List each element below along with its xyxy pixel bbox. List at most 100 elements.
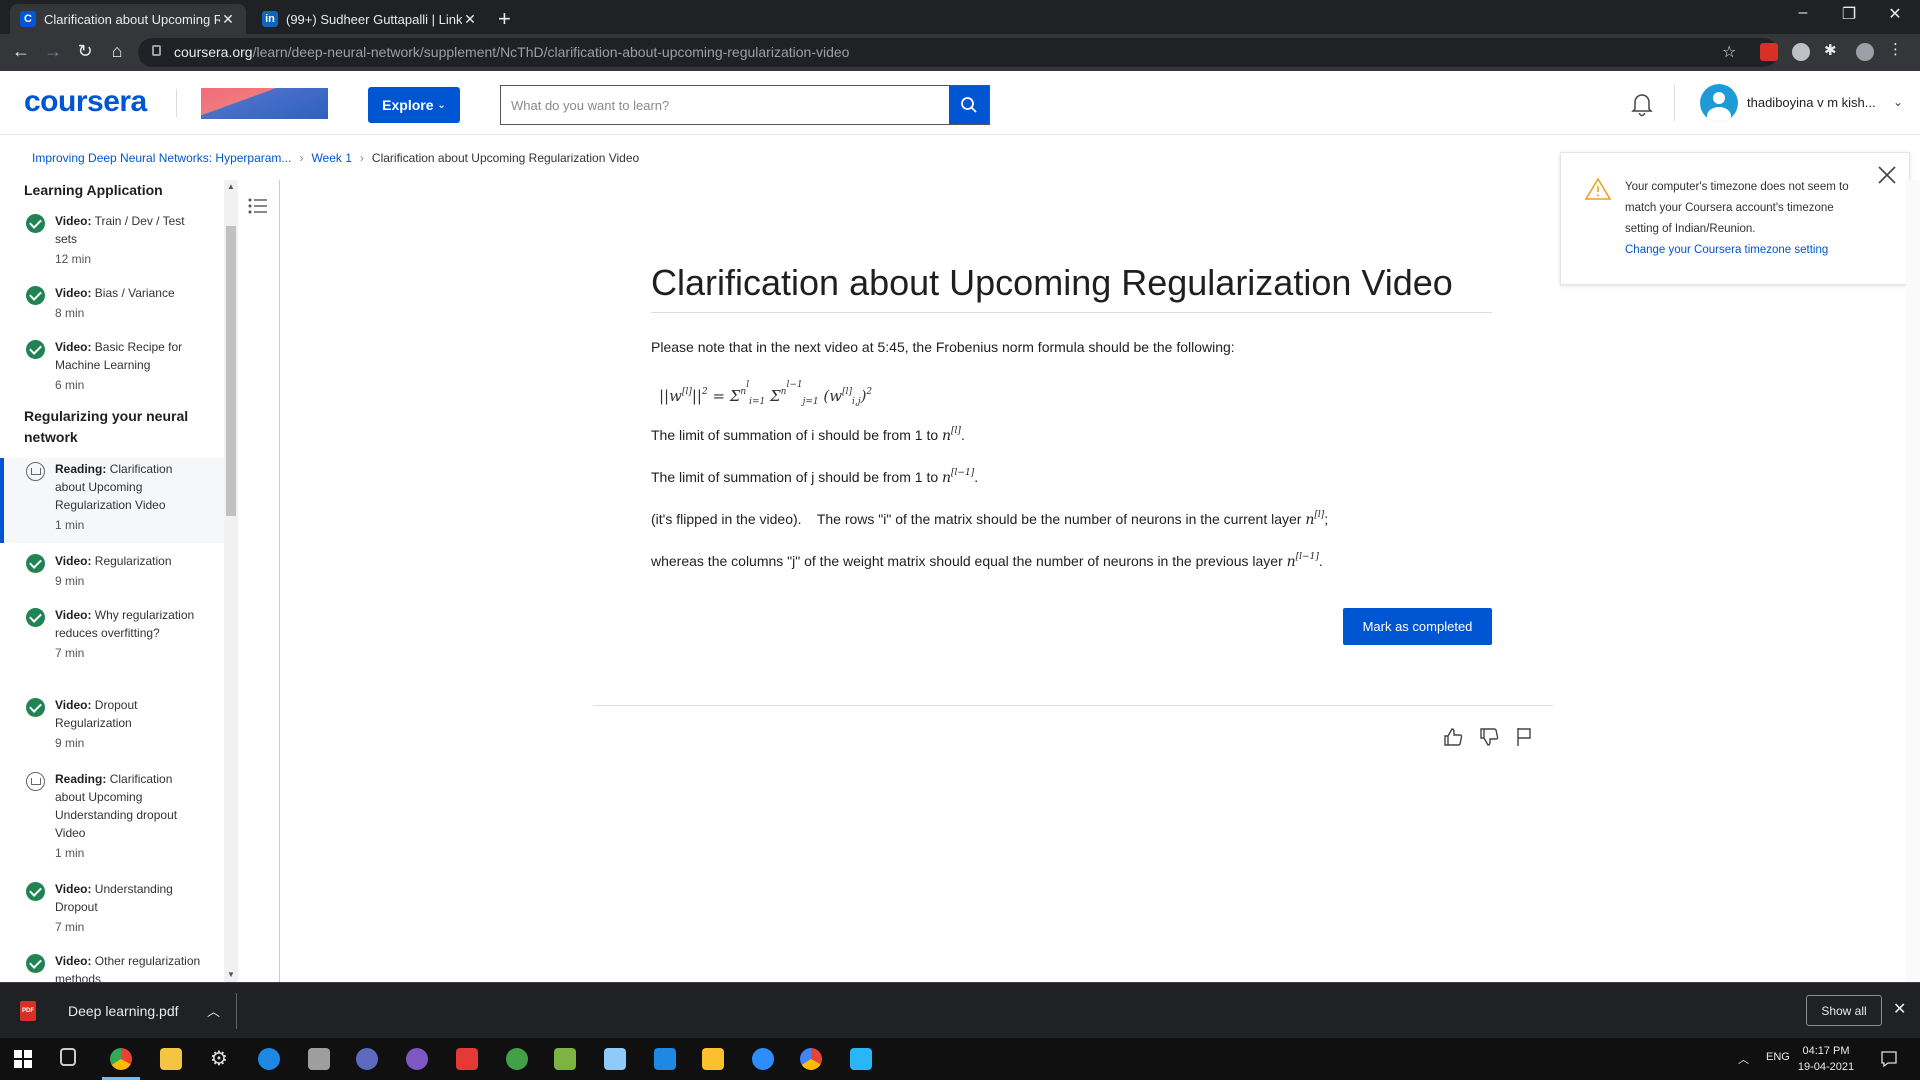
back-icon[interactable]: ← (8, 41, 34, 62)
window-close-icon[interactable]: ✕ (1872, 4, 1918, 24)
hangouts-icon[interactable] (506, 1048, 528, 1070)
reload-icon[interactable]: ↻ (72, 41, 98, 62)
paragraph-rows: (it's flipped in the video). The rows "i… (651, 510, 1329, 528)
powerbi-icon[interactable] (702, 1048, 724, 1070)
tray-chevron-up-icon[interactable]: ︿ (1738, 1051, 1749, 1067)
section-title: Regularizing your neural network (24, 408, 189, 445)
close-download-bar-icon[interactable]: ✕ (1893, 999, 1906, 1019)
app-icon[interactable] (406, 1048, 428, 1070)
breadcrumb-course-link[interactable]: Improving Deep Neural Networks: Hyperpar… (32, 151, 291, 165)
tab-coursera[interactable]: C Clarification about Upcoming Re ✕ (10, 4, 246, 34)
app-icon[interactable] (308, 1048, 330, 1070)
settings-gear-icon[interactable]: ⚙ (210, 1046, 232, 1070)
sidebar-item-other-regularization[interactable]: Video: Other regularization methods (0, 952, 224, 982)
scroll-up-icon[interactable]: ▲ (227, 182, 235, 191)
paragraph-limit-j: The limit of summation of j should be fr… (651, 468, 979, 486)
edge-icon[interactable] (258, 1048, 280, 1070)
paragraph-columns: whereas the columns "j" of the weight ma… (651, 552, 1323, 570)
page-scrollbar[interactable] (1906, 180, 1920, 982)
sidebar-item-understanding-dropout[interactable]: Video: Understanding Dropout 7 min (0, 880, 224, 944)
notification-center-icon[interactable] (1880, 1050, 1898, 1068)
puzzle-extensions-icon[interactable]: ✱ (1824, 41, 1842, 59)
math-n-l: n[l] (942, 426, 961, 444)
app-icon[interactable] (456, 1048, 478, 1070)
partner-banner-image[interactable] (201, 88, 328, 119)
extension-icon[interactable] (1792, 43, 1810, 61)
tab-linkedin[interactable]: in (99+) Sudheer Guttapalli | Linked ✕ (252, 4, 488, 34)
course-outline-sidebar: Learning Application Video: Train / Dev … (0, 180, 240, 982)
flag-icon[interactable] (1514, 726, 1534, 748)
tab-title: (99+) Sudheer Guttapalli | Linked (286, 11, 462, 27)
photos-icon[interactable] (850, 1048, 872, 1070)
sidebar-scrollbar[interactable]: ▲ ▼ (224, 180, 238, 982)
url-text: coursera.org/learn/deep-neural-network/s… (174, 44, 850, 60)
profile-avatar-icon[interactable] (1856, 43, 1874, 61)
new-tab-icon[interactable]: + (498, 6, 511, 32)
mark-as-completed-button[interactable]: Mark as completed (1343, 608, 1492, 645)
close-icon[interactable] (1877, 165, 1897, 185)
user-avatar[interactable] (1700, 84, 1738, 122)
header-divider (1674, 85, 1675, 121)
sidebar-item-why-regularization[interactable]: Video: Why regularization reduces overfi… (0, 606, 224, 670)
pocket-extension-icon[interactable] (1760, 43, 1778, 61)
show-all-button[interactable]: Show all (1806, 995, 1882, 1026)
section-title: Learning Application (24, 182, 163, 198)
outline-list-icon[interactable] (247, 196, 269, 216)
math-n-l-minus-1: n[l−1] (1286, 552, 1319, 570)
home-icon[interactable]: ⌂ (104, 41, 130, 62)
app-icon[interactable] (554, 1048, 576, 1070)
reading-book-icon (26, 772, 45, 791)
system-clock[interactable]: 04:17 PM 19-04-2021 (1794, 1043, 1858, 1075)
app-icon[interactable] (654, 1048, 676, 1070)
task-view-icon[interactable] (60, 1048, 76, 1066)
chevron-down-icon[interactable]: ⌄ (1893, 95, 1903, 109)
bookmark-star-icon[interactable]: ☆ (1722, 42, 1736, 62)
close-tab-icon[interactable]: ✕ (220, 11, 236, 28)
language-indicator[interactable]: ENG (1766, 1051, 1790, 1063)
explore-button[interactable]: Explore ⌄ (368, 87, 460, 123)
username-label[interactable]: thadiboyina v m kish... (1747, 95, 1876, 110)
page-title: Clarification about Upcoming Regularizat… (651, 262, 1453, 303)
chevron-right-icon: › (359, 151, 364, 165)
sidebar-item-clarification-dropout[interactable]: Reading: Clarification about Upcoming Un… (0, 770, 224, 860)
breadcrumb-week-link[interactable]: Week 1 (311, 151, 351, 165)
breadcrumb-current: Clarification about Upcoming Regularizat… (371, 151, 640, 165)
chrome-alt-icon[interactable] (800, 1048, 822, 1070)
thumbs-up-icon[interactable] (1442, 726, 1464, 748)
completed-check-icon (26, 954, 45, 973)
app-icon[interactable] (604, 1048, 626, 1070)
scroll-down-icon[interactable]: ▼ (227, 970, 235, 979)
browser-menu-icon[interactable]: ⋮ (1888, 40, 1906, 58)
sidebar-item-bias-variance[interactable]: Video: Bias / Variance 8 min (0, 284, 224, 330)
r-icon[interactable] (356, 1048, 378, 1070)
thumbs-down-icon[interactable] (1478, 726, 1500, 748)
browser-tab-strip: C Clarification about Upcoming Re ✕ in (… (0, 0, 1920, 34)
sidebar-item-clarification-regularization[interactable]: Reading: Clarification about Upcoming Re… (0, 458, 224, 543)
close-tab-icon[interactable]: ✕ (462, 11, 478, 28)
address-bar[interactable]: coursera.org/learn/deep-neural-network/s… (138, 38, 1778, 67)
change-timezone-link[interactable]: Change your Coursera timezone setting (1625, 240, 1865, 261)
file-explorer-icon[interactable] (160, 1048, 182, 1070)
restore-icon[interactable]: ❐ (1826, 4, 1872, 24)
chrome-taskbar-icon[interactable] (110, 1048, 132, 1070)
coursera-logo[interactable]: coursera (24, 85, 147, 119)
notification-bell-icon[interactable] (1630, 91, 1654, 117)
windows-start-icon[interactable] (14, 1050, 32, 1068)
chevron-down-icon: ⌄ (437, 99, 446, 111)
download-file-name[interactable]: Deep learning.pdf (68, 1003, 179, 1019)
sidebar-item-regularization[interactable]: Video: Regularization 9 min (0, 552, 224, 598)
sidebar-item-basic-recipe[interactable]: Video: Basic Recipe for Machine Learning… (0, 338, 224, 402)
paragraph-limit-i: The limit of summation of i should be fr… (651, 426, 965, 444)
minimize-icon[interactable]: – (1780, 4, 1826, 22)
sidebar-item-train-dev-test[interactable]: Video: Train / Dev / Test sets 12 min (0, 212, 224, 276)
zoom-icon[interactable] (752, 1048, 774, 1070)
sidebar-scroll-thumb[interactable] (226, 226, 236, 516)
search-button[interactable] (949, 86, 989, 124)
chevron-right-icon: › (299, 151, 304, 165)
lock-icon (152, 45, 161, 56)
sidebar-item-dropout-regularization[interactable]: Video: Dropout Regularization 9 min (0, 696, 224, 760)
reading-book-icon (26, 462, 45, 481)
chevron-up-icon[interactable]: ︿ (207, 1001, 220, 1020)
forward-icon[interactable]: → (40, 41, 66, 62)
search-input[interactable] (501, 86, 949, 124)
